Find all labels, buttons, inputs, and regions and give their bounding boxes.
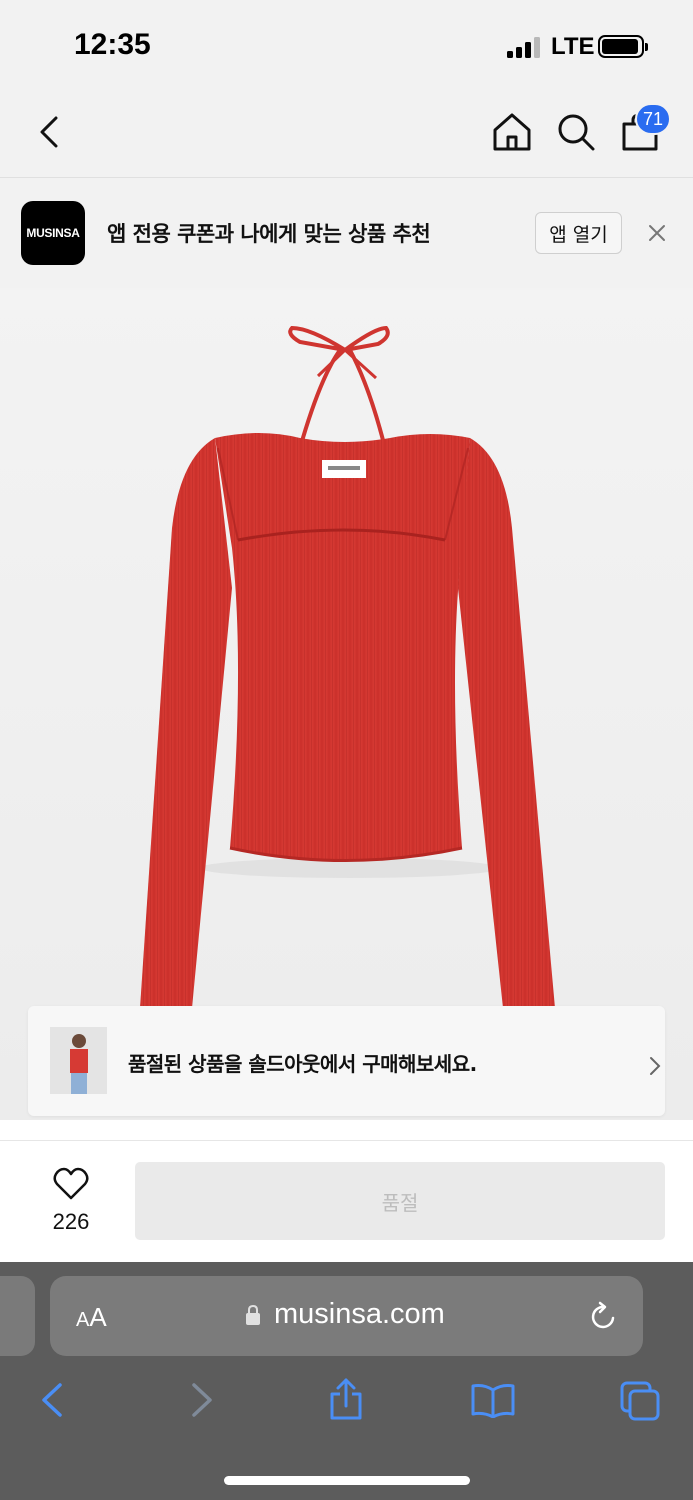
- aa-big-glyph: A: [89, 1302, 107, 1332]
- product-photo: [140, 325, 555, 1008]
- open-app-button[interactable]: 앱 열기: [535, 212, 622, 254]
- battery-icon: [598, 35, 648, 58]
- search-icon: [558, 114, 595, 151]
- home-indicator: [224, 1476, 470, 1485]
- back-button[interactable]: [26, 108, 74, 156]
- previous-tab-preview[interactable]: [0, 1276, 35, 1356]
- soldout-thumbnail: [50, 1027, 107, 1094]
- top-nav: [0, 90, 693, 178]
- home-button[interactable]: [488, 108, 536, 156]
- chevron-right-icon: [650, 1057, 661, 1075]
- url-text: musinsa.com: [274, 1298, 445, 1330]
- reload-icon[interactable]: [590, 1301, 618, 1331]
- soldout-button[interactable]: 품절: [135, 1162, 665, 1240]
- musinsa-app-logo: MUSINSA: [21, 201, 85, 265]
- like-count: 226: [52, 1209, 90, 1234]
- model-thumbnail-image: [50, 1027, 107, 1094]
- divider: [0, 1140, 693, 1141]
- signal-icon: [507, 36, 541, 58]
- address-bar[interactable]: AA musinsa.com: [50, 1276, 643, 1356]
- share-icon[interactable]: [328, 1376, 364, 1422]
- app-download-banner: MUSINSA 앱 전용 쿠폰과 나에게 맞는 상품 추천 앱 열기: [0, 178, 693, 288]
- search-button[interactable]: [552, 108, 600, 156]
- heart-icon[interactable]: [52, 1167, 90, 1201]
- close-icon: [649, 225, 665, 241]
- lock-icon: [246, 1304, 260, 1325]
- soldout-link-card[interactable]: 품절된 상품을 솔드아웃에서 구매해보세요.: [28, 1006, 665, 1116]
- app-banner-text: 앱 전용 쿠폰과 나에게 맞는 상품 추천: [107, 222, 431, 246]
- forward-nav-icon[interactable]: [188, 1382, 216, 1418]
- status-bar: 12:35 LTE: [0, 0, 693, 90]
- back-icon: [40, 116, 58, 148]
- cart-count-badge: 71: [635, 103, 672, 135]
- status-time: 12:35: [74, 28, 151, 61]
- tabs-icon[interactable]: [619, 1380, 661, 1422]
- reader-settings-button[interactable]: AA: [76, 1302, 107, 1333]
- purchase-bar: 226 품절: [0, 1120, 693, 1262]
- back-nav-icon[interactable]: [38, 1382, 66, 1418]
- product-image[interactable]: [0, 288, 693, 1120]
- banner-close-button[interactable]: [645, 221, 669, 245]
- network-label: LTE: [551, 33, 595, 60]
- home-icon: [493, 113, 531, 151]
- aa-small-glyph: A: [76, 1309, 90, 1331]
- bookmarks-icon[interactable]: [470, 1382, 516, 1418]
- browser-toolbar: AA musinsa.com: [0, 1262, 693, 1500]
- soldout-message: 품절된 상품을 솔드아웃에서 구매해보세요.: [128, 1052, 477, 1076]
